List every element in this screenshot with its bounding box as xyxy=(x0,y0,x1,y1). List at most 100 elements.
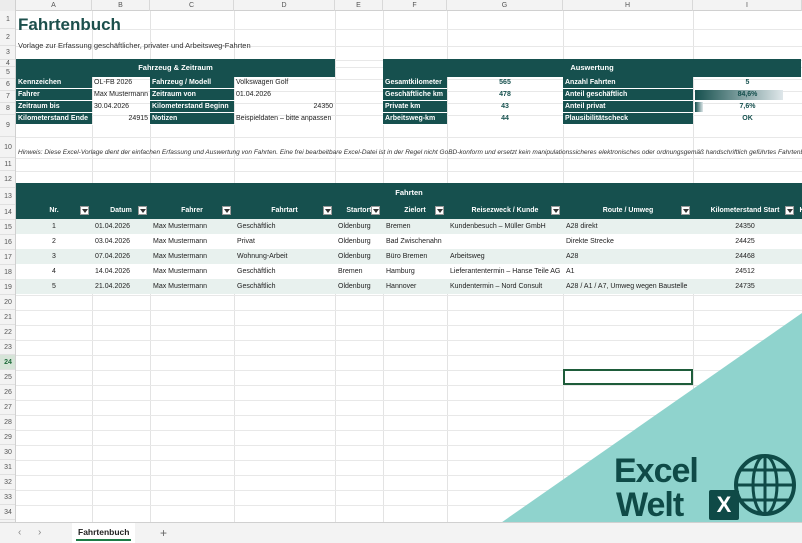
row-header-23[interactable]: 23 xyxy=(0,340,15,355)
trip-cell-0[interactable]: 2 xyxy=(16,234,92,249)
row-header-19[interactable]: 19 xyxy=(0,280,15,295)
row-header-10[interactable]: 10 xyxy=(0,137,15,158)
column-header-a[interactable]: A xyxy=(16,0,92,11)
row-header-31[interactable]: 31 xyxy=(0,460,15,475)
table-row[interactable]: 5 21.04.2026 Max Mustermann Geschäftlich Old… xyxy=(16,279,802,294)
trip-cell-4[interactable]: Oldenburg xyxy=(335,219,383,234)
vehicle-v1-0[interactable]: OL-FB 2026 xyxy=(92,77,150,89)
trip-cell-0[interactable]: 3 xyxy=(16,249,92,264)
trip-cell-2[interactable]: Max Mustermann xyxy=(150,234,234,249)
row-header-28[interactable]: 28 xyxy=(0,415,15,430)
table-row[interactable]: 2 03.04.2026 Max Mustermann Privat Oldenburg… xyxy=(16,234,802,249)
trip-cell-3[interactable]: Geschäftlich xyxy=(234,264,335,279)
row-header-17[interactable]: 17 xyxy=(0,250,15,265)
trip-col-header-7[interactable]: Route / Umweg xyxy=(563,202,693,219)
table-row[interactable]: 4 14.04.2026 Max Mustermann Geschäftlich Bre… xyxy=(16,264,802,279)
column-header-g[interactable]: G xyxy=(447,0,563,11)
row-header-7[interactable]: 7 xyxy=(0,91,15,103)
trip-cell-1[interactable]: 14.04.2026 xyxy=(92,264,150,279)
row-header-22[interactable]: 22 xyxy=(0,325,15,340)
row-header-9[interactable]: 9 xyxy=(0,115,15,137)
trip-cell-1[interactable]: 03.04.2026 xyxy=(92,234,150,249)
row-header-27[interactable]: 27 xyxy=(0,400,15,415)
trip-cell-5[interactable]: Büro Bremen xyxy=(383,249,447,264)
row-header-32[interactable]: 32 xyxy=(0,475,15,490)
vehicle-v1-2[interactable]: 30.04.2026 xyxy=(92,101,150,113)
trip-cell-4[interactable]: Oldenburg xyxy=(335,279,383,294)
select-all-corner[interactable] xyxy=(0,0,16,11)
row-header-33[interactable]: 33 xyxy=(0,490,15,505)
column-header-d[interactable]: D xyxy=(234,0,335,11)
trip-cell-1[interactable]: 21.04.2026 xyxy=(92,279,150,294)
filter-dropdown-icon[interactable] xyxy=(551,206,560,215)
trip-cell-7[interactable]: A28 direkt xyxy=(563,219,693,234)
trip-cell-0[interactable]: 5 xyxy=(16,279,92,294)
column-header-b[interactable]: B xyxy=(92,0,150,11)
row-header-5[interactable]: 5 xyxy=(0,67,15,79)
trip-cell-7[interactable]: A28 xyxy=(563,249,693,264)
column-header-i[interactable]: I xyxy=(693,0,802,11)
filter-dropdown-icon[interactable] xyxy=(80,206,89,215)
trip-cell-1[interactable]: 07.04.2026 xyxy=(92,249,150,264)
row-header-24[interactable]: 24 xyxy=(0,355,15,370)
trip-cell-7[interactable]: Direkte Strecke xyxy=(563,234,693,249)
trip-cell-1[interactable]: 01.04.2026 xyxy=(92,219,150,234)
vehicle-v1-3[interactable]: 24915 xyxy=(92,113,150,125)
row-header-11[interactable]: 11 xyxy=(0,158,15,171)
vehicle-v2-2[interactable]: 24350 xyxy=(234,101,335,113)
vehicle-v1-1[interactable]: Max Mustermann xyxy=(92,89,150,101)
trip-cell-8[interactable]: 24468 xyxy=(693,249,797,264)
row-header-16[interactable]: 16 xyxy=(0,235,15,250)
row-header-26[interactable]: 26 xyxy=(0,385,15,400)
vehicle-v2-1[interactable]: 01.04.2026 xyxy=(234,89,335,101)
column-header-h[interactable]: H xyxy=(563,0,693,11)
row-header-20[interactable]: 20 xyxy=(0,295,15,310)
trip-cell-3[interactable]: Geschäftlich xyxy=(234,279,335,294)
row-header-14[interactable]: 14 xyxy=(0,205,15,220)
trip-col-header-9[interactable]: K xyxy=(797,202,802,219)
vehicle-v2-0[interactable]: Volkswagen Golf xyxy=(234,77,335,89)
filter-dropdown-icon[interactable] xyxy=(138,206,147,215)
trip-cell-3[interactable]: Privat xyxy=(234,234,335,249)
row-header-12[interactable]: 12 xyxy=(0,171,15,188)
row-header-6[interactable]: 6 xyxy=(0,79,15,91)
add-sheet-icon[interactable]: + xyxy=(160,526,167,540)
trip-cell-6[interactable] xyxy=(447,234,563,249)
table-row[interactable]: 1 01.04.2026 Max Mustermann Geschäftlich Old… xyxy=(16,219,802,234)
row-header-8[interactable]: 8 xyxy=(0,103,15,115)
trip-cell-3[interactable]: Geschäftlich xyxy=(234,219,335,234)
trip-cell-7[interactable]: A28 / A1 / A7, Umweg wegen Baustelle xyxy=(563,279,693,294)
trip-cell-6[interactable]: Lieferantentermin – Hanse Teile AG xyxy=(447,264,563,279)
trip-cell-5[interactable]: Hannover xyxy=(383,279,447,294)
trip-cell-5[interactable]: Bremen xyxy=(383,219,447,234)
prev-sheet-arrow-icon[interactable]: ‹ xyxy=(18,527,21,538)
row-header-1[interactable]: 1 xyxy=(0,11,15,29)
trip-col-header-8[interactable]: Kilometerstand Start xyxy=(693,202,797,219)
trip-cell-2[interactable]: Max Mustermann xyxy=(150,279,234,294)
row-header-18[interactable]: 18 xyxy=(0,265,15,280)
row-header-4[interactable]: 4 xyxy=(0,60,15,67)
trip-cell-7[interactable]: A1 xyxy=(563,264,693,279)
vehicle-v2-3[interactable]: Beispieldaten – bitte anpassen xyxy=(234,113,335,125)
filter-dropdown-icon[interactable] xyxy=(222,206,231,215)
trip-cell-2[interactable]: Max Mustermann xyxy=(150,249,234,264)
trip-cell-4[interactable]: Oldenburg xyxy=(335,249,383,264)
filter-dropdown-icon[interactable] xyxy=(323,206,332,215)
filter-dropdown-icon[interactable] xyxy=(435,206,444,215)
column-header-c[interactable]: C xyxy=(150,0,234,11)
row-header-3[interactable]: 3 xyxy=(0,46,15,60)
table-row[interactable]: 3 07.04.2026 Max Mustermann Wohnung-Arbeit O… xyxy=(16,249,802,264)
trip-cell-2[interactable]: Max Mustermann xyxy=(150,219,234,234)
sheet-tab-fahrtenbuch[interactable]: Fahrtenbuch xyxy=(72,523,136,543)
trip-cell-8[interactable]: 24735 xyxy=(693,279,797,294)
column-header-e[interactable]: E xyxy=(335,0,383,11)
trip-cell-5[interactable]: Bad Zwischenahn xyxy=(383,234,447,249)
trip-cell-4[interactable]: Bremen xyxy=(335,264,383,279)
row-header-21[interactable]: 21 xyxy=(0,310,15,325)
trip-cell-6[interactable]: Kundenbesuch – Müller GmbH xyxy=(447,219,563,234)
row-header-30[interactable]: 30 xyxy=(0,445,15,460)
trip-cell-0[interactable]: 4 xyxy=(16,264,92,279)
next-sheet-arrow-icon[interactable]: › xyxy=(38,527,41,538)
row-header-15[interactable]: 15 xyxy=(0,220,15,235)
trip-cell-3[interactable]: Wohnung-Arbeit xyxy=(234,249,335,264)
